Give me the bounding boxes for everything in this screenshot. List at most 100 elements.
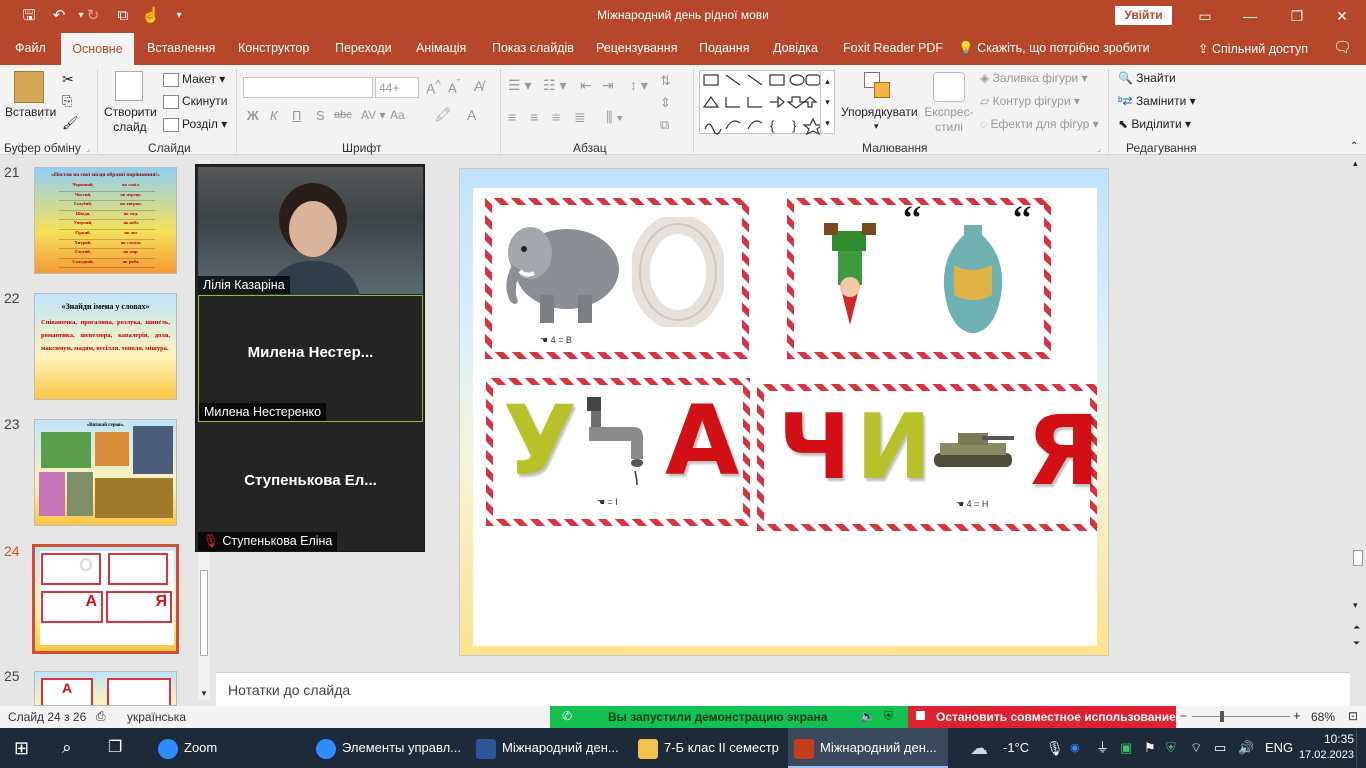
zoom-slider-thumb[interactable] [1220, 711, 1224, 722]
shapes-gallery[interactable]: {} [699, 70, 835, 136]
format-painter-icon[interactable]: 🖌 [62, 115, 79, 131]
volume-icon[interactable]: 🔊 [1238, 728, 1254, 768]
tab-view[interactable]: Подання [699, 41, 749, 55]
tab-animations[interactable]: Анімація [416, 41, 466, 55]
slide-scroll-thumb[interactable] [1353, 550, 1363, 566]
next-slide-icon[interactable]: ⏷ [1353, 638, 1360, 649]
taskbar-app-zoom[interactable]: Zoom [152, 728, 300, 768]
close-button[interactable]: ✕ [1322, 4, 1362, 28]
find-button[interactable]: 🔍 Знайти [1118, 71, 1176, 85]
decrease-indent-icon[interactable]: ⇤ [580, 77, 592, 94]
zoom-level[interactable]: 68% [1311, 710, 1335, 724]
share-button[interactable]: ⇪ Спільний доступ [1198, 41, 1308, 56]
zoom-in-icon[interactable]: + [1293, 708, 1301, 723]
zoom-out-icon[interactable]: − [1180, 709, 1187, 723]
tab-foxit[interactable]: Foxit Reader PDF [843, 41, 943, 55]
sign-in-button[interactable]: Увійти [1115, 6, 1172, 25]
font-family-input[interactable] [243, 77, 373, 98]
tab-help[interactable]: Довідка [773, 41, 818, 55]
show-desktop-button[interactable] [1356, 728, 1366, 768]
shape-outline-button[interactable]: ▱ Контур фігури ▾ [980, 94, 1080, 108]
increase-indent-icon[interactable]: ⇥ [602, 77, 614, 94]
arrange-dropdown-icon[interactable]: ▾ [874, 121, 879, 132]
shrink-font-icon[interactable]: Aˇ [448, 78, 460, 95]
language-status[interactable]: українська [127, 710, 186, 724]
zoom-tray-icon[interactable]: ◉ [1070, 728, 1080, 768]
shape-fill-button[interactable]: ◈ Заливка фігури ▾ [980, 71, 1088, 85]
usb-icon[interactable]: ⏚ [1096, 728, 1109, 768]
quick-styles-icon[interactable] [933, 72, 965, 102]
previous-slide-icon[interactable]: ⏶ [1353, 622, 1360, 633]
clear-format-icon[interactable]: A̸ [474, 78, 483, 94]
reset-button[interactable]: Скинути [163, 94, 227, 109]
restore-button[interactable]: ❐ [1277, 4, 1317, 28]
tab-slideshow[interactable]: Показ слайдів [492, 41, 574, 55]
text-shadow-button[interactable]: S [316, 108, 325, 123]
weather-icon[interactable]: ☁ [970, 728, 988, 768]
shapes-gallery-scroll[interactable]: ▴ ▾ ▾ [820, 70, 835, 134]
slide-thumbnail-23[interactable]: «Впізнай героя». [34, 419, 177, 526]
spelling-icon[interactable]: ⎙ [96, 709, 106, 724]
ribbon-display-icon[interactable]: ▭ [1185, 4, 1225, 28]
slide-thumbnail-22[interactable]: «Знайди імена у словах» Співаночка, прог… [34, 293, 177, 400]
microphone-icon[interactable]: 🎙 [1046, 728, 1064, 768]
zoom-slider[interactable] [1192, 716, 1290, 717]
scroll-down-icon[interactable]: ▾ [1353, 600, 1358, 611]
shape-effects-button[interactable]: ◌ Ефекти для фігур ▾ [980, 117, 1099, 131]
notes-pane[interactable]: Нотатки до слайда [216, 672, 1350, 706]
cut-icon[interactable]: ✂ [62, 71, 74, 88]
tab-file[interactable]: Файл [15, 41, 46, 55]
line-spacing-icon[interactable]: ↕ ▾ [630, 77, 648, 94]
participant-tile-2[interactable]: Милена Нестер... Милена Нестеренко [198, 295, 423, 422]
font-size-input[interactable]: 44+ [375, 77, 419, 98]
slide-thumbnail-25[interactable]: А [34, 671, 177, 706]
text-direction-icon[interactable]: ⇅ [660, 73, 671, 89]
weather-temp[interactable]: -1°C [1003, 728, 1029, 768]
paste-button[interactable]: Вставити [5, 105, 56, 119]
bold-button[interactable]: Ж [247, 108, 259, 123]
fit-slide-icon[interactable]: ⊡ [1348, 709, 1358, 723]
tab-design[interactable]: Конструктор [238, 41, 309, 55]
audio-icon[interactable]: 🔈 [860, 709, 875, 723]
bullets-icon[interactable]: ☰ ▾ [508, 77, 531, 94]
slide-thumbnail-21[interactable]: «Постав на свої місця образні порівняння… [34, 167, 177, 274]
clock-time[interactable]: 10:35 [1302, 732, 1354, 746]
security-shield-icon[interactable]: ⛨ [884, 709, 893, 724]
slide-thumbnail-24[interactable]: О А Я [32, 544, 179, 654]
taskbar-app-powerpoint[interactable]: Міжнародний ден... [788, 728, 948, 768]
taskbar-app-word[interactable]: Міжнародний ден... [470, 728, 630, 768]
input-language[interactable]: ENG [1265, 728, 1293, 768]
participant-tile-1[interactable]: Лілія Казаріна [198, 167, 423, 295]
thumbnails-scroll-thumb[interactable] [200, 570, 208, 656]
replace-button[interactable]: ᵇ⇄ Замінити ▾ [1118, 94, 1196, 108]
new-slide-icon[interactable] [115, 71, 143, 101]
wifi-icon[interactable]: ⌔ [1190, 728, 1202, 768]
arrange-button[interactable]: Упорядкувати [841, 105, 918, 119]
tab-transitions[interactable]: Переходи [335, 41, 392, 55]
strikethrough-button[interactable]: abc [334, 109, 352, 121]
collapse-ribbon-icon[interactable]: ⌃ [1350, 141, 1358, 152]
network-icon[interactable]: ⚑ [1144, 728, 1156, 768]
arrange-icon[interactable] [864, 72, 894, 102]
clock-date[interactable]: 17.02.2023 [1290, 749, 1354, 761]
smartart-icon[interactable]: ⧉ [660, 117, 669, 133]
zoom-video-panel[interactable]: Лілія Казаріна Милена Нестер... Милена Н… [195, 164, 425, 552]
align-center-icon[interactable]: ≡ [530, 109, 538, 125]
comments-icon[interactable]: 🗨 [1333, 38, 1352, 56]
layout-button[interactable]: Макет ▾ [163, 72, 225, 87]
tab-review[interactable]: Рецензування [596, 41, 677, 55]
scroll-up-icon[interactable]: ▴ [1353, 158, 1358, 169]
paste-icon[interactable] [14, 71, 44, 103]
tab-insert[interactable]: Вставлення [147, 41, 215, 55]
columns-icon[interactable]: ⫼ ▾ [606, 109, 623, 126]
underline-button[interactable]: П [292, 108, 301, 123]
stop-share-button[interactable]: Остановить совместное использование [908, 706, 1176, 728]
italic-button[interactable]: К [270, 108, 278, 123]
battery-icon[interactable]: ▭ [1214, 728, 1226, 768]
section-button[interactable]: Розділ ▾ [163, 117, 227, 132]
clipboard-launcher-icon[interactable]: ⌟ [86, 143, 90, 154]
tray-app-icon[interactable]: ▣ [1120, 728, 1132, 768]
highlight-icon[interactable]: 🖍 [434, 106, 452, 123]
change-case-button[interactable]: Aa [390, 108, 405, 122]
new-slide-button[interactable]: Створити слайд [104, 105, 157, 135]
